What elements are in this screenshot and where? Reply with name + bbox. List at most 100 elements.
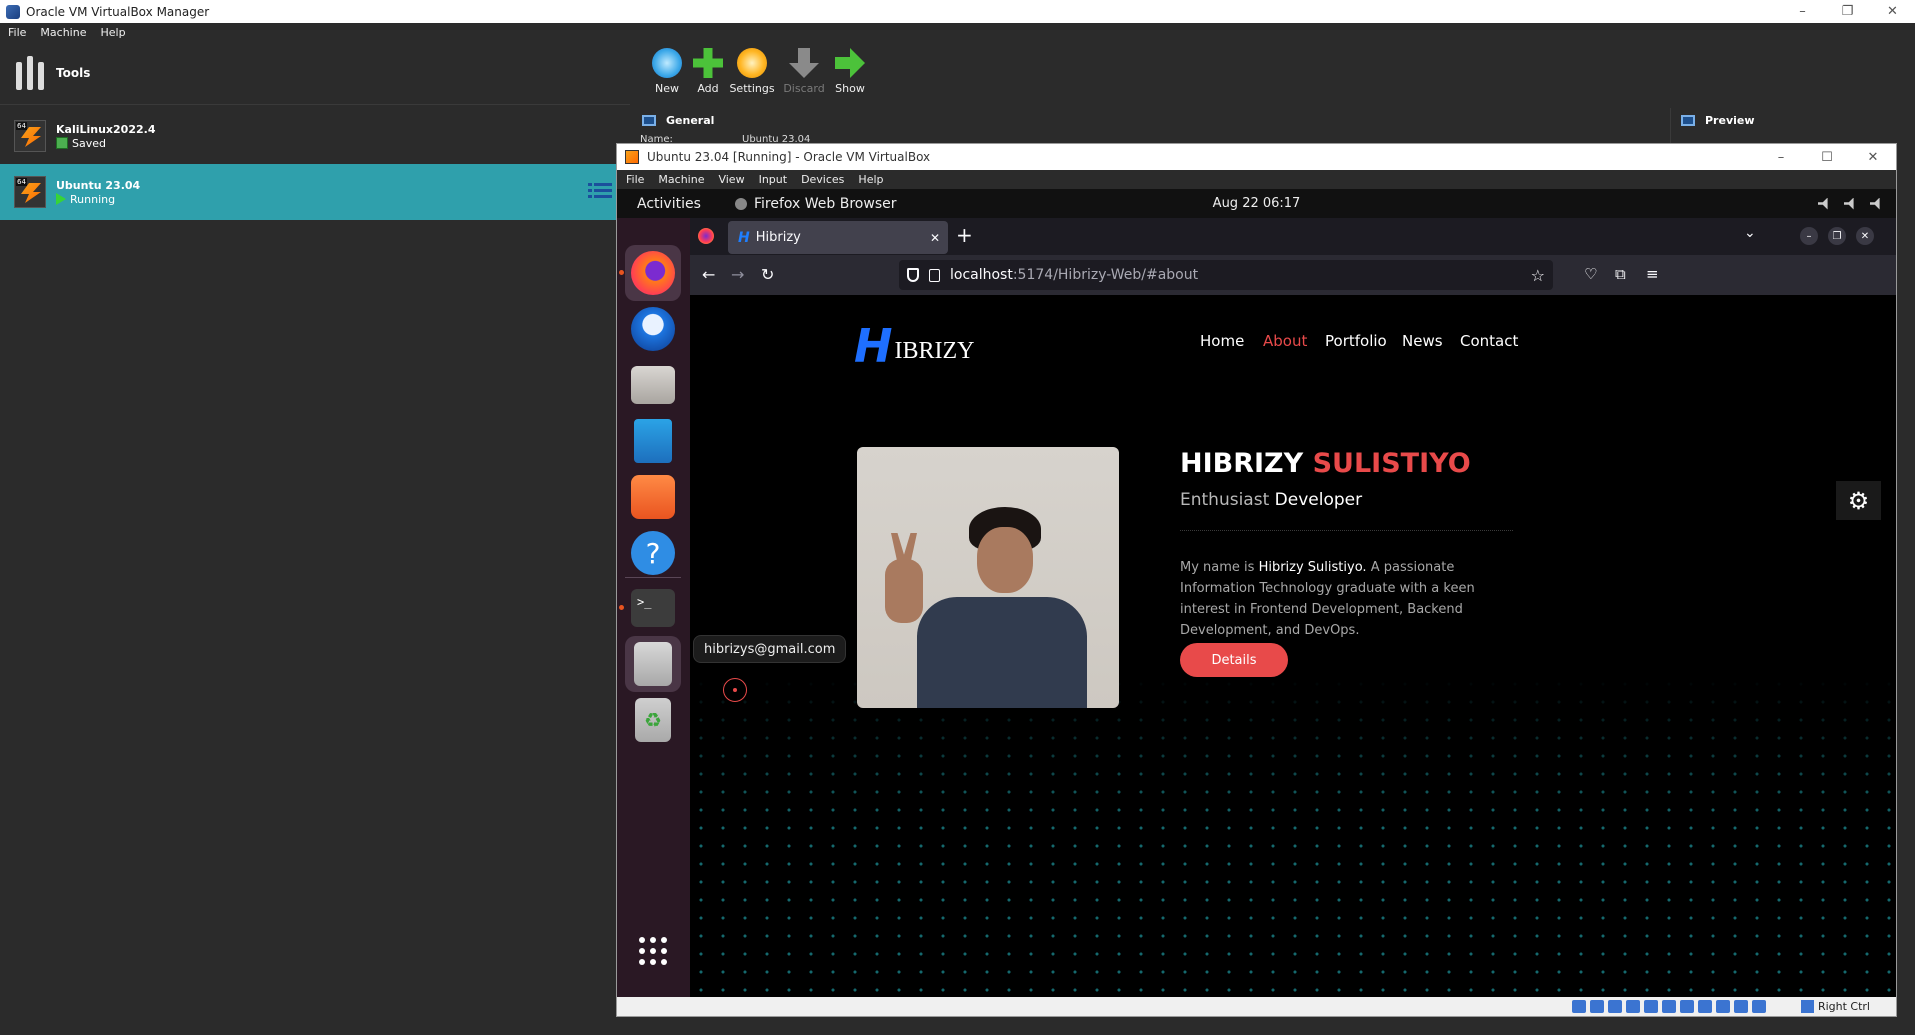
vm-state: Running bbox=[70, 192, 116, 206]
volume-icon bbox=[1844, 197, 1854, 210]
pocket-icon[interactable]: ♡ bbox=[1584, 265, 1597, 283]
website-viewport: H IBRIZY Home About Portfolio News Conta… bbox=[690, 295, 1896, 997]
show-apps-button[interactable] bbox=[625, 923, 681, 979]
guest-display[interactable]: Activities Firefox Web Browser Aug 22 06… bbox=[617, 189, 1896, 997]
page-info-icon[interactable] bbox=[929, 268, 940, 282]
vm-item-kali[interactable]: 64 KaliLinux2022.4 Saved bbox=[0, 108, 630, 164]
dock-firefox[interactable] bbox=[625, 245, 681, 301]
vm-context-menu-icon[interactable] bbox=[588, 180, 612, 202]
dock-app-center[interactable] bbox=[625, 469, 681, 525]
add-icon bbox=[693, 48, 723, 78]
show-arrow-icon bbox=[835, 48, 865, 78]
tab-hibrizy[interactable]: H Hibrizy ✕ bbox=[728, 221, 948, 254]
ff-close-button[interactable]: ✕ bbox=[1856, 227, 1874, 245]
nav-contact[interactable]: Contact bbox=[1460, 332, 1518, 350]
ff-minimize-button[interactable]: – bbox=[1800, 227, 1818, 245]
ubuntu-dock: ? >_ ♻ bbox=[617, 218, 690, 997]
vm-item-ubuntu[interactable]: 64 Ubuntu 23.04 Running bbox=[0, 164, 630, 220]
divider bbox=[0, 104, 630, 105]
vm-menu-machine[interactable]: Machine bbox=[658, 173, 704, 186]
menu-help[interactable]: Help bbox=[100, 26, 125, 39]
dock-thunderbird[interactable] bbox=[625, 301, 681, 357]
network-icon bbox=[1818, 197, 1828, 210]
vm-menu-help[interactable]: Help bbox=[858, 173, 883, 186]
details-button[interactable]: Details bbox=[1180, 643, 1288, 677]
optical-drive-icon bbox=[1590, 1000, 1604, 1013]
firefox-view-icon[interactable] bbox=[698, 228, 714, 244]
restore-button[interactable]: ❐ bbox=[1825, 0, 1870, 23]
app-center-icon bbox=[631, 475, 675, 519]
close-button[interactable]: ✕ bbox=[1850, 144, 1896, 170]
monitor-icon bbox=[1681, 114, 1695, 126]
clock[interactable]: Aug 22 06:17 bbox=[617, 196, 1896, 211]
extensions-puzzle-icon[interactable]: ⧉ bbox=[1615, 265, 1626, 283]
nav-news[interactable]: News bbox=[1402, 332, 1443, 350]
dock-writer[interactable] bbox=[625, 413, 681, 469]
minimize-button[interactable]: – bbox=[1780, 0, 1825, 23]
email-badge[interactable]: hibrizys@gmail.com bbox=[693, 635, 847, 663]
dock-terminal[interactable]: >_ bbox=[625, 580, 681, 636]
site-logo[interactable]: H IBRIZY bbox=[854, 323, 975, 369]
tracking-protection-shield-icon[interactable] bbox=[907, 268, 919, 282]
vm-menu-devices[interactable]: Devices bbox=[801, 173, 844, 186]
theme-settings-gear-icon[interactable]: ⚙ bbox=[1836, 481, 1881, 520]
menu-machine[interactable]: Machine bbox=[40, 26, 86, 39]
vm-window-title: Ubuntu 23.04 [Running] - Oracle VM Virtu… bbox=[647, 150, 931, 164]
keyboard-icon bbox=[1800, 1000, 1814, 1013]
close-tab-icon[interactable]: ✕ bbox=[930, 231, 940, 245]
files-icon bbox=[631, 366, 675, 404]
system-tray[interactable] bbox=[1818, 197, 1882, 210]
vm-menu-view[interactable]: View bbox=[718, 173, 744, 186]
manager-titlebar: Oracle VM VirtualBox Manager – ❐ ✕ bbox=[0, 0, 1915, 23]
general-section-header[interactable]: General bbox=[642, 108, 714, 132]
hero-name: HIBRIZY SULISTIYO bbox=[1180, 448, 1471, 479]
hamburger-menu-icon[interactable]: ≡ bbox=[1646, 265, 1659, 283]
bookmark-star-icon[interactable]: ☆ bbox=[1531, 266, 1545, 285]
dock-help[interactable]: ? bbox=[625, 525, 681, 581]
nav-about[interactable]: About bbox=[1263, 332, 1307, 350]
mouse-integration-icon bbox=[1752, 1000, 1766, 1013]
discard-button[interactable]: Discard bbox=[779, 46, 829, 104]
saved-state-icon bbox=[56, 137, 68, 149]
disks-icon bbox=[634, 642, 672, 686]
dock-trash[interactable]: ♻ bbox=[625, 692, 681, 748]
logo-mark: H bbox=[854, 319, 893, 373]
vm-menu-input[interactable]: Input bbox=[759, 173, 787, 186]
discard-arrow-icon bbox=[789, 48, 819, 78]
tools-item[interactable]: Tools bbox=[0, 42, 630, 104]
device-status-icons[interactable] bbox=[1572, 1000, 1766, 1013]
show-button[interactable]: Show bbox=[825, 46, 875, 104]
host-key-indicator: Right Ctrl bbox=[1800, 1000, 1870, 1013]
firefox-window: H Hibrizy ✕ + ⌄ – ❐ ✕ ← → ↻ localhost:51… bbox=[690, 218, 1896, 997]
divider bbox=[1180, 530, 1513, 531]
menu-file[interactable]: File bbox=[8, 26, 26, 39]
forward-arrow-icon[interactable]: → bbox=[731, 265, 744, 284]
minimize-button[interactable]: – bbox=[1758, 144, 1804, 170]
settings-button[interactable]: Settings bbox=[727, 46, 777, 104]
new-icon bbox=[652, 48, 682, 78]
virtualbox-logo-icon bbox=[6, 4, 20, 19]
settings-gear-icon bbox=[737, 48, 767, 78]
dock-disks[interactable] bbox=[625, 636, 681, 692]
dock-files[interactable] bbox=[625, 357, 681, 413]
reload-icon[interactable]: ↻ bbox=[761, 265, 774, 284]
maximize-button[interactable]: ☐ bbox=[1804, 144, 1850, 170]
nav-home[interactable]: Home bbox=[1200, 332, 1244, 350]
help-icon: ? bbox=[631, 531, 675, 575]
close-button[interactable]: ✕ bbox=[1870, 0, 1915, 23]
vm-window-controls: – ☐ ✕ bbox=[1758, 144, 1896, 167]
nav-portfolio[interactable]: Portfolio bbox=[1325, 332, 1387, 350]
url-bar[interactable]: localhost:5174/Hibrizy-Web/#about ☆ bbox=[899, 260, 1553, 290]
running-state-icon bbox=[56, 193, 66, 205]
hard-disk-icon bbox=[1572, 1000, 1586, 1013]
add-button[interactable]: Add bbox=[683, 46, 733, 104]
back-arrow-icon[interactable]: ← bbox=[702, 265, 715, 284]
new-tab-button[interactable]: + bbox=[956, 223, 973, 247]
ff-restore-button[interactable]: ❐ bbox=[1828, 227, 1846, 245]
preview-section-header[interactable]: Preview bbox=[1681, 108, 1755, 132]
show-apps-icon bbox=[639, 937, 667, 965]
vm-window-icon bbox=[625, 150, 639, 164]
vm-menu-file[interactable]: File bbox=[626, 173, 644, 186]
firefox-tabbar: H Hibrizy ✕ + ⌄ – ❐ ✕ bbox=[690, 218, 1896, 255]
list-all-tabs-icon[interactable]: ⌄ bbox=[1744, 225, 1756, 241]
